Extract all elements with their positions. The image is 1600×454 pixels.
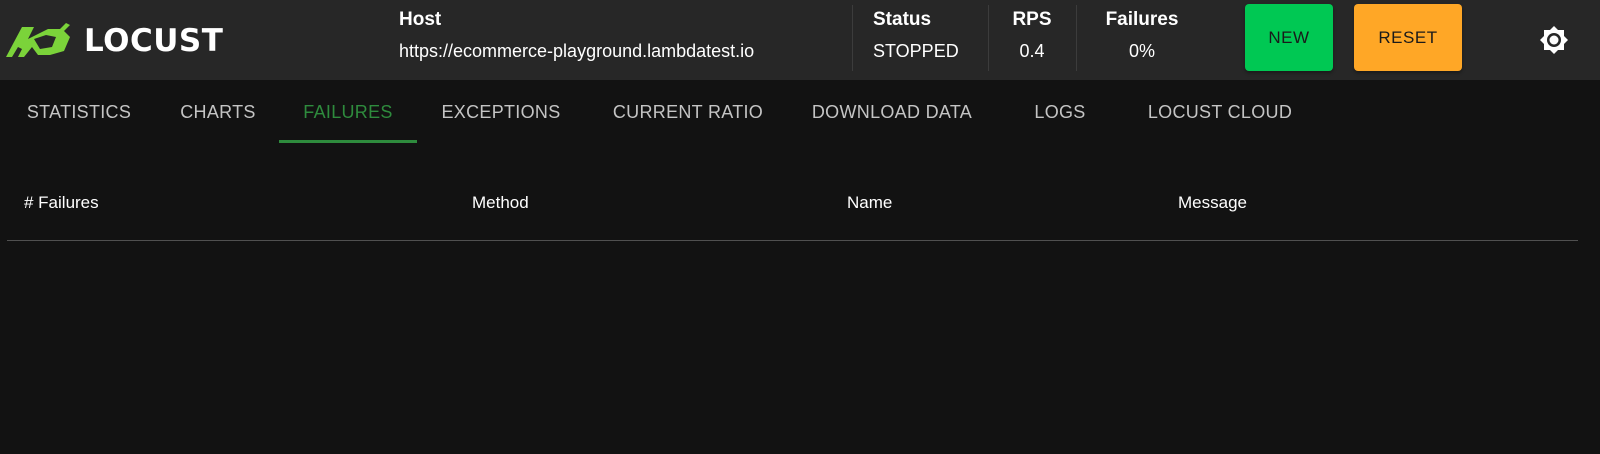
new-test-button[interactable]: NEW [1245,4,1333,71]
column-header-failures-count[interactable]: # Failures [24,192,99,214]
active-tab-indicator [279,140,417,143]
header-divider [1076,5,1077,71]
tab-locust-cloud[interactable]: LOCUST CLOUD [1130,80,1310,144]
host-label: Host [399,9,442,30]
locust-logo-icon [6,23,70,57]
reset-stats-button[interactable]: RESET [1354,4,1462,71]
tab-current-ratio[interactable]: CURRENT RATIO [588,80,788,144]
app-name: LOCUST [84,23,224,59]
locust-logo[interactable]: LOCUST [4,20,249,62]
header-divider [852,5,853,71]
header-divider [988,5,989,71]
tab-failures[interactable]: FAILURES [279,80,417,144]
theme-toggle-button[interactable] [1535,21,1573,59]
status-stat: Status STOPPED [873,8,959,72]
column-header-method[interactable]: Method [472,192,529,214]
sun-icon [1540,26,1568,54]
status-label: Status [873,9,932,30]
main-tabs: STATISTICS CHARTS FAILURES EXCEPTIONS CU… [0,80,1600,144]
rps-stat: RPS 0.4 [1006,8,1058,72]
tab-exceptions[interactable]: EXCEPTIONS [421,80,581,144]
rps-label: RPS [1012,9,1052,30]
rps-value: 0.4 [1019,41,1045,61]
failures-stat: Failures 0% [1096,8,1188,72]
column-header-message[interactable]: Message [1178,192,1247,214]
failures-value: 0% [1128,41,1155,61]
status-value: STOPPED [873,41,959,61]
host-stat: Host https://ecommerce-playground.lambda… [399,8,754,72]
tab-statistics[interactable]: STATISTICS [4,80,154,144]
failures-table-header: # Failures Method Name Message [7,180,1578,241]
column-header-name[interactable]: Name [847,192,892,214]
failures-label: Failures [1105,9,1179,30]
tab-logs[interactable]: LOGS [1010,80,1110,144]
host-value: https://ecommerce-playground.lambdatest.… [399,41,755,61]
tab-charts[interactable]: CHARTS [158,80,278,144]
tab-download-data[interactable]: DOWNLOAD DATA [792,80,992,144]
top-app-bar: LOCUST Host https://ecommerce-playground… [0,0,1600,80]
